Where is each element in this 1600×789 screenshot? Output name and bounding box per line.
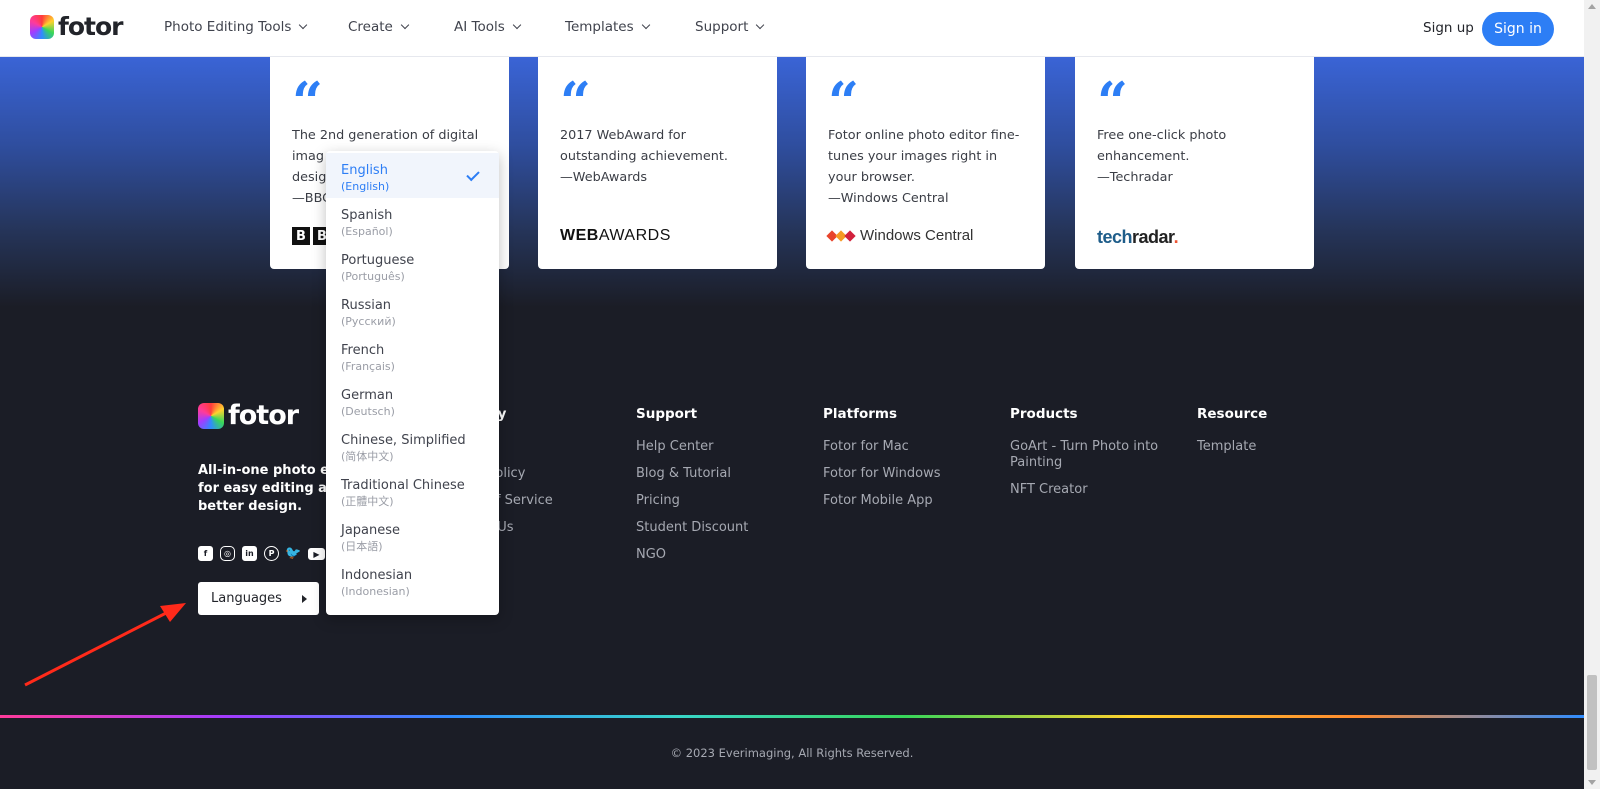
- pinterest-icon[interactable]: P: [264, 546, 279, 561]
- footer-link[interactable]: Student Discount: [636, 520, 748, 536]
- facebook-icon[interactable]: f: [198, 546, 213, 561]
- footer-link[interactable]: Help Center: [636, 439, 748, 455]
- chevron-down-icon: [400, 20, 410, 30]
- footer-link[interactable]: NGO: [636, 547, 748, 563]
- language-option-french[interactable]: French (Français): [326, 333, 499, 378]
- footer-column-platforms: Platforms Fotor for Mac Fotor for Window…: [823, 406, 941, 509]
- scrollbar-thumb[interactable]: [1587, 675, 1597, 770]
- languages-button[interactable]: Languages: [198, 582, 319, 615]
- hero-gradient-background: [0, 57, 1584, 307]
- nav-create[interactable]: Create: [348, 19, 410, 35]
- fotor-logo[interactable]: fotor: [30, 12, 124, 41]
- footer-column-support: Support Help Center Blog & Tutorial Pric…: [636, 406, 749, 563]
- quote-icon: “: [292, 70, 323, 134]
- windows-central-mark-icon: [826, 229, 856, 242]
- language-option-english[interactable]: English (English): [326, 153, 499, 198]
- footer-column-products: Products GoArt - Turn Photo into Paintin…: [1010, 406, 1180, 509]
- quote-icon: “: [1097, 70, 1128, 134]
- language-option-german[interactable]: German (Deutsch): [326, 378, 499, 423]
- linkedin-icon[interactable]: in: [242, 546, 257, 561]
- webawards-logo: WEBAWARDS: [560, 227, 671, 244]
- footer-link[interactable]: Fotor Mobile App: [823, 493, 941, 509]
- chevron-down-icon: [756, 20, 765, 30]
- nav-photo-editing-tools[interactable]: Photo Editing Tools: [164, 19, 308, 35]
- language-option-chinese-simplified[interactable]: Chinese, Simplified (简体中文): [326, 423, 499, 468]
- testimonial-text: 2017 WebAward for outstanding achievemen…: [560, 128, 728, 185]
- rainbow-divider: [0, 715, 1584, 718]
- footer-link[interactable]: GoArt - Turn Photo into Painting: [1010, 439, 1180, 471]
- language-option-russian[interactable]: Russian (Русский): [326, 288, 499, 333]
- language-option-spanish[interactable]: Spanish (Español): [326, 198, 499, 243]
- footer-tagline: All-in-one photo ed for easy editing and…: [198, 463, 333, 514]
- footer-link[interactable]: Fotor for Mac: [823, 439, 941, 455]
- windows-central-logo: Windows Central: [826, 227, 973, 244]
- footer-link[interactable]: Fotor for Windows: [823, 466, 941, 482]
- testimonial-card-techradar: “ Free one-click photo enhancement. —Tec…: [1075, 57, 1314, 269]
- quote-icon: “: [560, 70, 591, 134]
- youtube-icon[interactable]: ▶: [308, 548, 325, 560]
- footer-column-resource: Resource Template: [1197, 406, 1268, 455]
- language-option-portuguese[interactable]: Portuguese (Português): [326, 243, 499, 288]
- scroll-up-arrow-icon[interactable]: [1588, 4, 1596, 9]
- language-option-japanese[interactable]: Japanese (日本語): [326, 513, 499, 558]
- testimonial-card-webawards: “ 2017 WebAward for outstanding achievem…: [538, 57, 777, 269]
- testimonial-text: Fotor online photo editor fine-tunes you…: [828, 128, 1020, 206]
- top-navigation: fotor Photo Editing Tools Create AI Tool…: [0, 0, 1584, 57]
- copyright-text: © 2023 Everimaging, All Rights Reserved.: [670, 746, 914, 760]
- twitter-icon[interactable]: 🐦: [285, 546, 301, 561]
- quote-icon: “: [828, 70, 859, 134]
- chevron-down-icon: [512, 20, 522, 30]
- nav-templates[interactable]: Templates: [565, 19, 650, 35]
- sign-up-link[interactable]: Sign up: [1423, 20, 1474, 36]
- chevron-down-icon: [299, 20, 308, 30]
- footer-link[interactable]: NFT Creator: [1010, 482, 1180, 498]
- fotor-logo-mark-icon: [30, 15, 54, 39]
- footer-fotor-logo[interactable]: fotor: [198, 402, 299, 429]
- fotor-logo-mark-icon: [198, 403, 224, 429]
- page-scrollbar[interactable]: [1584, 0, 1600, 789]
- language-option-indonesian[interactable]: Indonesian (Indonesian): [326, 558, 499, 603]
- nav-support[interactable]: Support: [695, 19, 765, 35]
- sign-in-button[interactable]: Sign in: [1482, 12, 1554, 46]
- techradar-logo: techradar.: [1097, 227, 1179, 247]
- nav-ai-tools[interactable]: AI Tools: [454, 19, 522, 35]
- fotor-logo-text: fotor: [58, 12, 124, 41]
- language-dropdown: English (English) Spanish (Español) Port…: [326, 151, 499, 615]
- footer-link[interactable]: Template: [1197, 439, 1267, 455]
- scroll-down-arrow-icon[interactable]: [1588, 780, 1596, 785]
- chevron-down-icon: [641, 20, 650, 30]
- social-links: f ◎ in P 🐦 ▶: [198, 546, 325, 561]
- footer-link[interactable]: Pricing: [636, 493, 748, 509]
- testimonial-text: Free one-click photo enhancement. —Techr…: [1097, 128, 1227, 185]
- instagram-icon[interactable]: ◎: [220, 546, 235, 561]
- caret-right-icon: [302, 595, 307, 603]
- testimonial-card-windows-central: “ Fotor online photo editor fine-tunes y…: [806, 57, 1045, 269]
- footer-link[interactable]: Blog & Tutorial: [636, 466, 748, 482]
- language-option-traditional-chinese[interactable]: Traditional Chinese (正體中文): [326, 468, 499, 513]
